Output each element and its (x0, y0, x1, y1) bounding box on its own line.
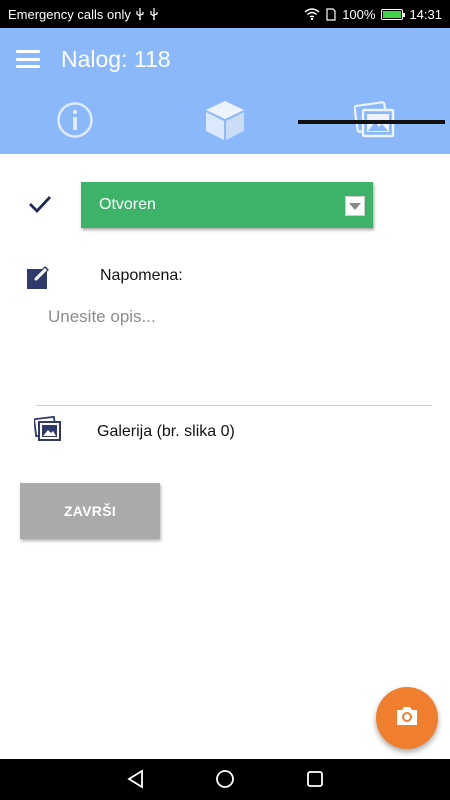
battery-percent: 100% (342, 6, 376, 22)
status-bar: Emergency calls only 100% 14:31 (0, 0, 450, 28)
toolbar: Nalog: 118 (0, 28, 450, 90)
app-bar: Nalog: 118 (0, 28, 450, 154)
status-dropdown[interactable]: Otvoren (81, 182, 373, 228)
cube-icon (203, 98, 247, 147)
gallery-label: Galerija (br. slika 0) (97, 423, 235, 440)
usb-icon (135, 8, 145, 20)
sim-icon (326, 7, 336, 21)
check-icon (28, 194, 52, 219)
status-right: 100% 14:31 (304, 7, 442, 22)
camera-button[interactable] (376, 687, 438, 749)
menu-icon[interactable] (16, 50, 40, 68)
status-value: Otvoren (99, 196, 156, 213)
chevron-down-icon (345, 196, 365, 216)
gallery-link[interactable]: Galerija (br. slika 0) (0, 414, 450, 450)
tab-material[interactable] (150, 90, 300, 154)
usb-icon (149, 8, 159, 20)
status-row: Otvoren (0, 182, 450, 228)
recents-icon[interactable] (305, 769, 325, 794)
carrier-text: Emergency calls only (8, 6, 131, 22)
nav-bar (0, 759, 450, 800)
finish-button[interactable]: ZAVRŠI (20, 483, 160, 539)
info-icon (56, 101, 94, 144)
note-label: Napomena: (100, 267, 183, 284)
note-input[interactable] (36, 300, 432, 406)
clock: 14:31 (409, 6, 442, 22)
battery-icon (381, 8, 406, 20)
home-icon[interactable] (215, 769, 235, 794)
gallery-icon (33, 415, 62, 447)
note-row: Napomena: (0, 262, 450, 292)
camera-icon (395, 705, 419, 732)
status-left: Emergency calls only (8, 7, 159, 22)
page-title: Nalog: 118 (61, 45, 171, 72)
wifi-icon (304, 8, 320, 20)
edit-icon (26, 264, 52, 295)
battery-fill (383, 10, 402, 18)
back-icon[interactable] (126, 769, 146, 794)
selected-tab-indicator (298, 120, 445, 124)
tab-info[interactable] (0, 90, 150, 154)
